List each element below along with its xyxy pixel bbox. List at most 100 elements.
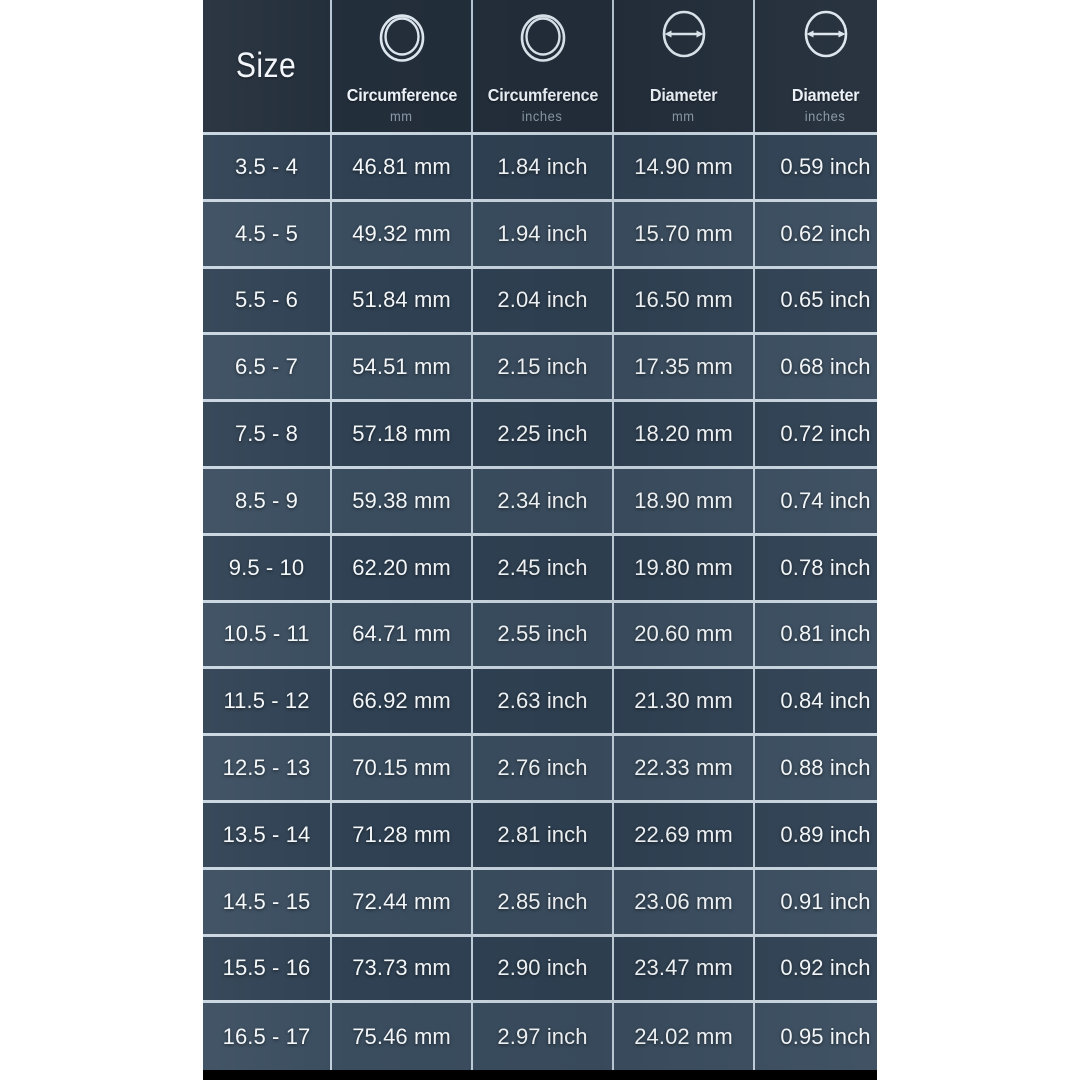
cell-measurement: 22.33 mm — [614, 736, 755, 803]
cell-size: 12.5 - 13 — [203, 736, 332, 803]
header-cell-size: Size — [203, 0, 332, 132]
cell-measurement: 54.51 mm — [332, 335, 473, 403]
header-sublabel: mm — [672, 108, 695, 124]
cell-measurement: 2.76 inch — [473, 736, 614, 803]
cell-measurement: 0.81 inch — [755, 602, 877, 670]
cell-measurement: 15.70 mm — [614, 201, 755, 269]
cell-measurement: 24.02 mm — [614, 1003, 755, 1070]
header-label: Circumference — [346, 84, 457, 105]
cell-size: 3.5 - 4 — [203, 135, 332, 202]
cell-measurement: 2.04 inch — [473, 268, 614, 336]
circle-diameter-arrow-icon — [804, 10, 847, 58]
cell-measurement: 71.28 mm — [332, 802, 473, 870]
cell-measurement: 75.46 mm — [332, 1003, 473, 1070]
cell-size: 7.5 - 8 — [203, 402, 332, 469]
table-row: 8.5 - 9 59.38 mm 2.34 inch 18.90 mm 0.74 inc… — [203, 468, 877, 536]
table-row: 9.5 - 10 62.20 mm 2.45 inch 19.80 mm 0.78 in… — [203, 535, 877, 603]
table-row: 12.5 - 13 70.15 mm 2.76 inch 22.33 mm 0.88 i… — [203, 736, 877, 803]
cell-measurement: 21.30 mm — [614, 669, 755, 737]
cell-measurement: 17.35 mm — [614, 335, 755, 403]
cell-measurement: 2.34 inch — [473, 468, 614, 536]
cell-measurement: 46.81 mm — [332, 135, 473, 202]
cell-measurement: 2.81 inch — [473, 802, 614, 870]
cell-size: 11.5 - 12 — [203, 669, 332, 737]
cell-measurement: 0.91 inch — [755, 869, 877, 937]
cell-size: 13.5 - 14 — [203, 802, 332, 870]
table-row: 16.5 - 17 75.46 mm 2.97 inch 24.02 mm 0.95 i… — [203, 1003, 877, 1070]
cell-size: 9.5 - 10 — [203, 535, 332, 603]
cell-size: 4.5 - 5 — [203, 201, 332, 269]
cell-measurement: 0.59 inch — [755, 135, 877, 202]
cell-measurement: 2.25 inch — [473, 402, 614, 469]
table-row: 10.5 - 11 64.71 mm 2.55 inch 20.60 mm 0.81 i… — [203, 602, 877, 670]
cell-measurement: 0.78 inch — [755, 535, 877, 603]
header-sublabel: inches — [805, 108, 846, 124]
cell-measurement: 22.69 mm — [614, 802, 755, 870]
table-row: 14.5 - 15 72.44 mm 2.85 inch 23.06 mm 0.91 i… — [203, 869, 877, 937]
table-body: 3.5 - 4 46.81 mm 1.84 inch 14.90 mm 0.59 inc… — [203, 135, 877, 1070]
cell-measurement: 66.92 mm — [332, 669, 473, 737]
cell-measurement: 2.45 inch — [473, 535, 614, 603]
cell-measurement: 57.18 mm — [332, 402, 473, 469]
cell-size: 16.5 - 17 — [203, 1003, 332, 1070]
cell-measurement: 1.84 inch — [473, 135, 614, 202]
cell-measurement: 20.60 mm — [614, 602, 755, 670]
table-row: 11.5 - 12 66.92 mm 2.63 inch 21.30 mm 0.84 i… — [203, 669, 877, 737]
bottom-black-bar — [203, 1070, 877, 1080]
cell-measurement: 0.95 inch — [755, 1003, 877, 1070]
table-row: 13.5 - 14 71.28 mm 2.81 inch 22.69 mm 0.89 i… — [203, 802, 877, 870]
table-row: 6.5 - 7 54.51 mm 2.15 inch 17.35 mm 0.68 inc… — [203, 335, 877, 403]
header-cell-diameter-mm: Diameter mm — [614, 0, 755, 132]
cell-measurement: 0.89 inch — [755, 802, 877, 870]
header-label: Diameter — [649, 84, 718, 105]
cell-size: 5.5 - 6 — [203, 268, 332, 336]
ring-size-chart-table: Size Circumference mm Circumference inch… — [203, 0, 877, 1070]
cell-size: 14.5 - 15 — [203, 869, 332, 937]
cell-measurement: 0.88 inch — [755, 736, 877, 803]
header-label: Diameter — [791, 84, 860, 105]
cell-measurement: 64.71 mm — [332, 602, 473, 670]
cell-measurement: 72.44 mm — [332, 869, 473, 937]
cell-measurement: 2.63 inch — [473, 669, 614, 737]
cell-measurement: 2.90 inch — [473, 936, 614, 1004]
cell-measurement: 16.50 mm — [614, 268, 755, 336]
cell-measurement: 59.38 mm — [332, 468, 473, 536]
cell-measurement: 2.85 inch — [473, 869, 614, 937]
header-sublabel: mm — [390, 108, 413, 124]
table-row: 3.5 - 4 46.81 mm 1.84 inch 14.90 mm 0.59 inc… — [203, 135, 877, 202]
page-title: Size — [236, 46, 297, 85]
cell-measurement: 2.97 inch — [473, 1003, 614, 1070]
cell-measurement: 0.74 inch — [755, 468, 877, 536]
cell-measurement: 14.90 mm — [614, 135, 755, 202]
header-cell-circumference-mm: Circumference mm — [332, 0, 473, 132]
ring-circumference-icon — [520, 14, 565, 62]
cell-measurement: 2.15 inch — [473, 335, 614, 403]
cell-measurement: 0.92 inch — [755, 936, 877, 1004]
cell-measurement: 73.73 mm — [332, 936, 473, 1004]
cell-measurement: 49.32 mm — [332, 201, 473, 269]
cell-measurement: 0.84 inch — [755, 669, 877, 737]
ring-circumference-icon — [379, 14, 424, 62]
cell-measurement: 18.90 mm — [614, 468, 755, 536]
header-cell-diameter-inches: Diameter inches — [755, 0, 877, 132]
cell-size: 10.5 - 11 — [203, 602, 332, 670]
cell-measurement: 0.62 inch — [755, 201, 877, 269]
cell-measurement: 2.55 inch — [473, 602, 614, 670]
cell-size: 6.5 - 7 — [203, 335, 332, 403]
page-canvas: Size Circumference mm Circumference inch… — [0, 0, 1080, 1080]
cell-measurement: 0.65 inch — [755, 268, 877, 336]
cell-measurement: 51.84 mm — [332, 268, 473, 336]
cell-measurement: 18.20 mm — [614, 402, 755, 469]
table-row: 4.5 - 5 49.32 mm 1.94 inch 15.70 mm 0.62 inc… — [203, 201, 877, 269]
table-row: 15.5 - 16 73.73 mm 2.90 inch 23.47 mm 0.92 i… — [203, 936, 877, 1004]
cell-size: 15.5 - 16 — [203, 936, 332, 1004]
cell-measurement: 0.68 inch — [755, 335, 877, 403]
header-cell-circumference-inches: Circumference inches — [473, 0, 614, 132]
cell-size: 8.5 - 9 — [203, 468, 332, 536]
circle-diameter-arrow-icon — [662, 10, 705, 58]
cell-measurement: 23.06 mm — [614, 869, 755, 937]
cell-measurement: 1.94 inch — [473, 201, 614, 269]
table-header-row: Size Circumference mm Circumference inch… — [203, 0, 877, 135]
table-row: 7.5 - 8 57.18 mm 2.25 inch 18.20 mm 0.72 inc… — [203, 402, 877, 469]
cell-measurement: 19.80 mm — [614, 535, 755, 603]
